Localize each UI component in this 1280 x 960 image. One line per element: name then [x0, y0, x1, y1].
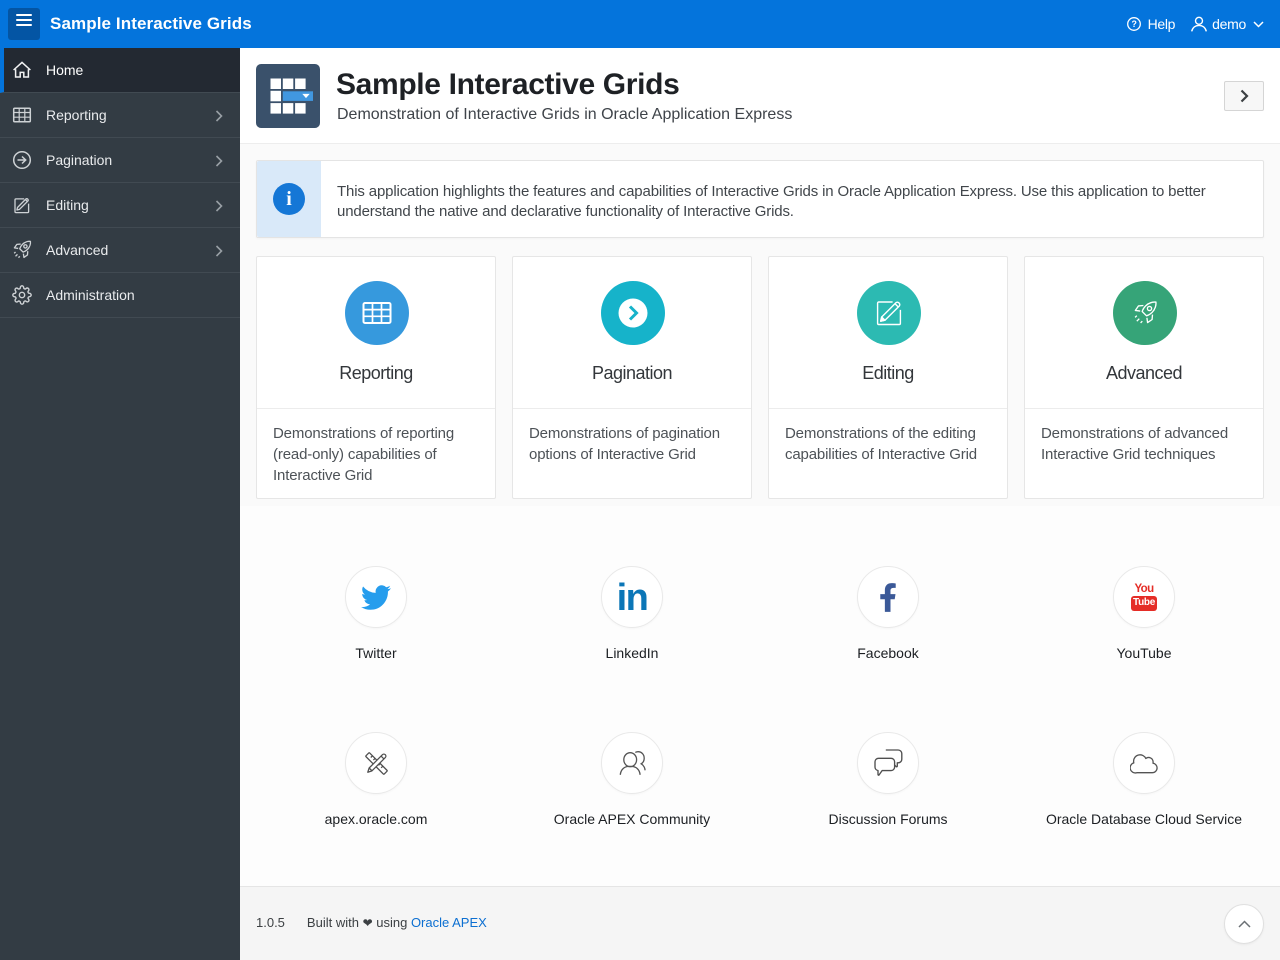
- svg-text:?: ?: [1131, 19, 1136, 29]
